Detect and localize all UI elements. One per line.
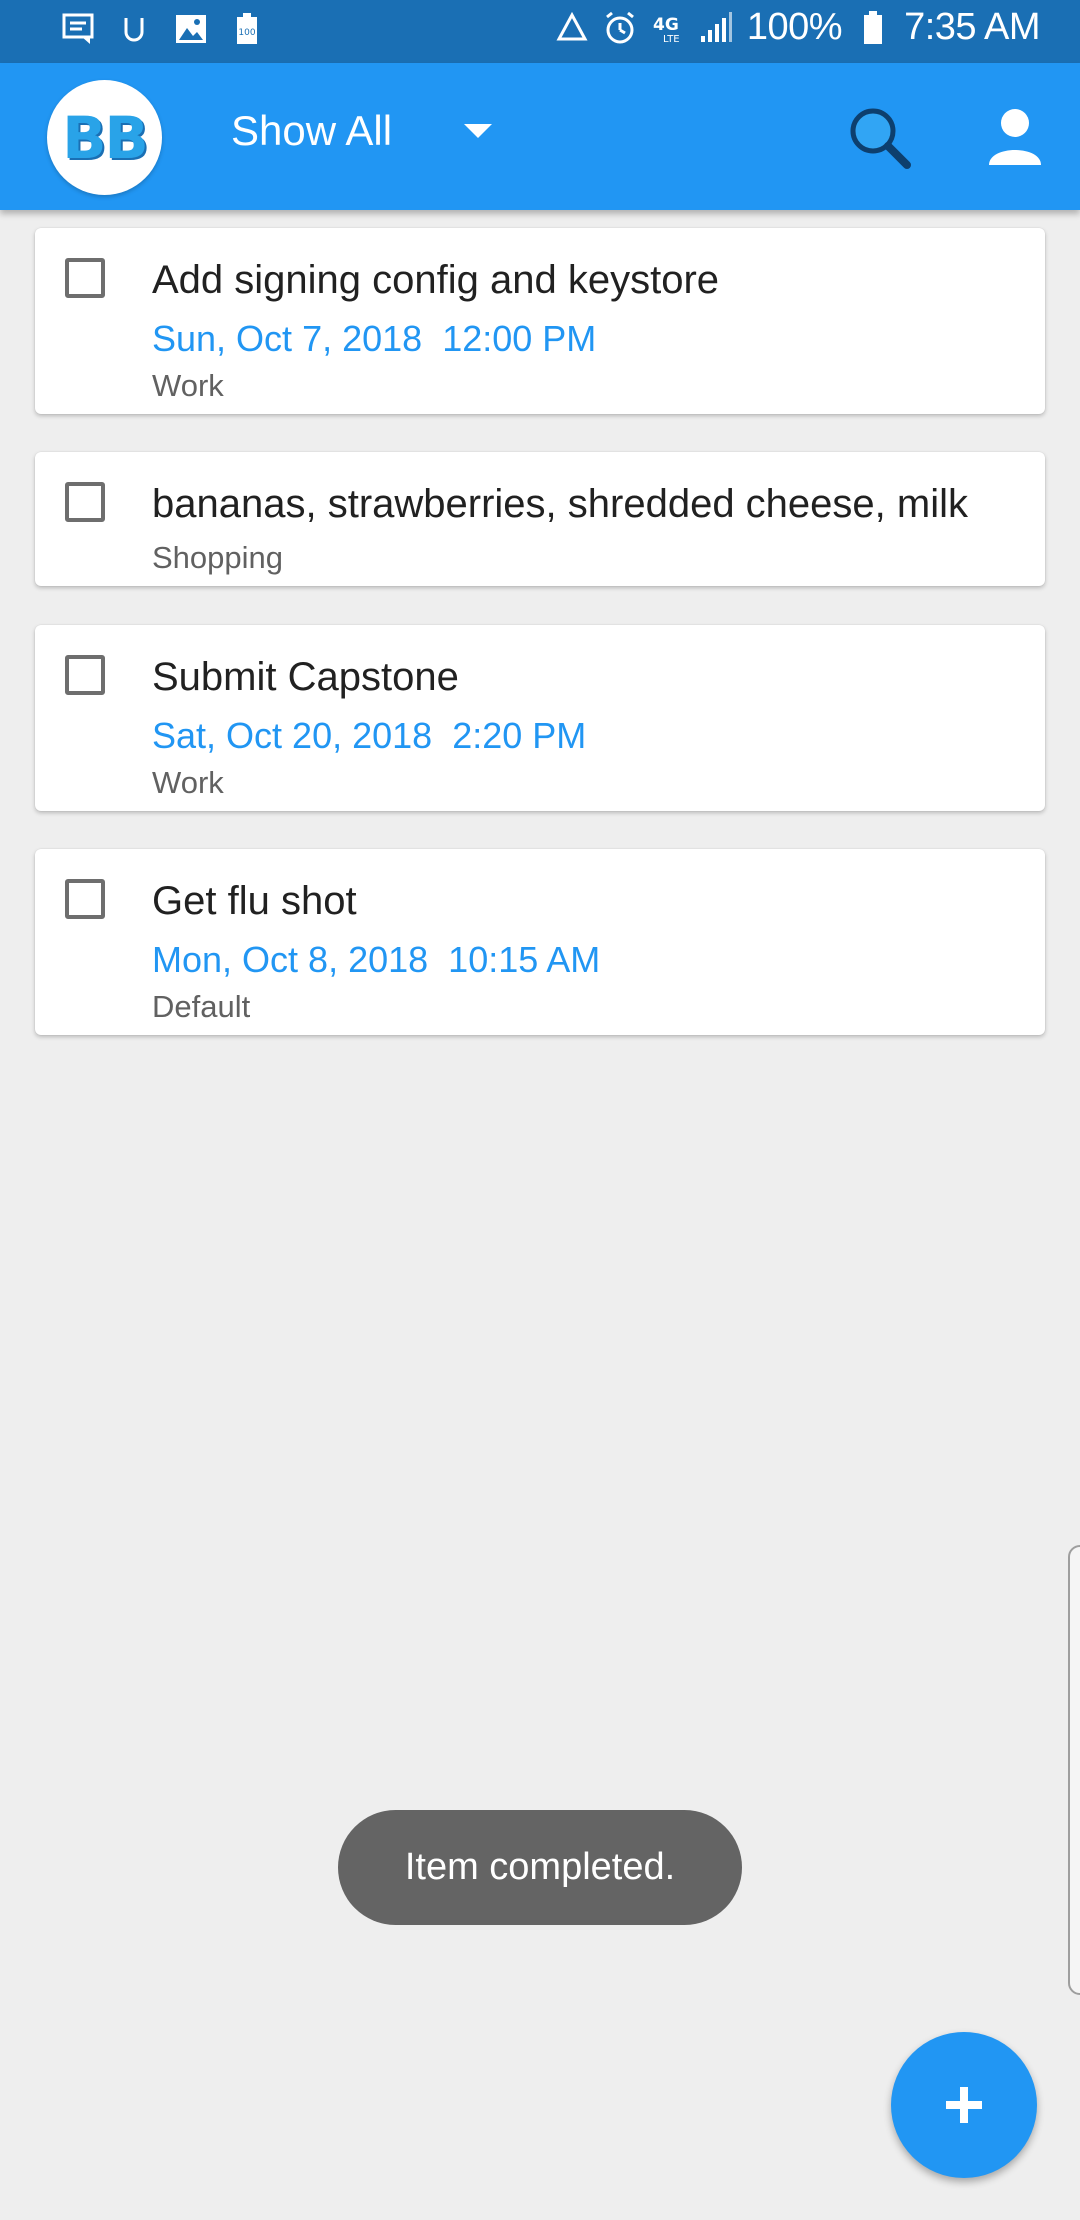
task-checkbox[interactable] [65, 655, 105, 695]
task-category: Work [152, 765, 224, 800]
task-title: Add signing config and keystore [152, 258, 720, 302]
task-category: Default [152, 989, 251, 1024]
task-checkbox[interactable] [65, 482, 105, 522]
clock: 7:35 AM [904, 6, 1040, 48]
battery-percent: 100% [746, 6, 843, 48]
task-due-time: 10:15 AM [448, 939, 601, 980]
svg-text:LTE: LTE [663, 34, 680, 44]
alarm-icon [603, 11, 637, 45]
task-category: Shopping [152, 540, 284, 575]
task-card[interactable]: Add signing config and keystore Sun, Oct… [35, 228, 1045, 414]
task-title: bananas, strawberries, shredded cheese, … [152, 482, 968, 526]
filter-dropdown-label: Show All [231, 107, 393, 154]
task-due-datetime: Mon, Oct 8, 2018 10:15 AM [152, 939, 600, 981]
gallery-icon [174, 12, 208, 46]
signal-icon [699, 11, 733, 45]
battery-saver-icon: 100 [230, 12, 264, 46]
status-bar-system-icons: 4G LTE 100% 7:35 AM [555, 6, 1040, 49]
recycle-icon [555, 11, 589, 45]
task-due-time: 2:20 PM [452, 715, 587, 756]
app-logo-text: BB [62, 103, 148, 172]
task-title: Get flu shot [152, 879, 357, 923]
toast-text: Item completed. [404, 1846, 676, 1888]
status-bar: 100 4G LTE 100% 7:35 AM [0, 0, 1080, 63]
task-due-time: 12:00 PM [442, 318, 597, 359]
task-card[interactable]: Get flu shot Mon, Oct 8, 2018 10:15 AM D… [35, 849, 1045, 1035]
task-title: Submit Capstone [152, 655, 459, 699]
dropdown-arrow-icon [464, 124, 493, 138]
search-button[interactable] [845, 103, 915, 173]
edge-panel-handle[interactable] [1068, 1545, 1080, 1995]
add-task-button[interactable] [891, 2032, 1037, 2178]
task-due-date: Sun, Oct 7, 2018 [152, 318, 423, 359]
search-icon [850, 108, 911, 169]
4g-lte-icon: 4G LTE [651, 11, 685, 45]
app-bar: BB Show All [0, 63, 1080, 210]
messages-icon [62, 12, 96, 46]
account-button[interactable] [985, 105, 1045, 171]
status-bar-notification-icons: 100 [62, 12, 264, 46]
account-icon [989, 109, 1041, 165]
task-checkbox[interactable] [65, 879, 105, 919]
app-logo[interactable]: BB [47, 80, 162, 195]
task-due-date: Sat, Oct 20, 2018 [152, 715, 433, 756]
svg-text:4G: 4G [653, 15, 679, 35]
task-due-date: Mon, Oct 8, 2018 [152, 939, 429, 980]
plus-icon [946, 2087, 982, 2123]
task-card[interactable]: bananas, strawberries, shredded cheese, … [35, 452, 1045, 586]
task-category: Work [152, 368, 224, 403]
task-due-datetime: Sun, Oct 7, 2018 12:00 PM [152, 318, 596, 360]
task-card[interactable]: Submit Capstone Sat, Oct 20, 2018 2:20 P… [35, 625, 1045, 811]
filter-dropdown[interactable]: Show All [231, 107, 493, 155]
battery-icon [856, 10, 890, 45]
toast-message: Item completed. [338, 1810, 742, 1925]
task-checkbox[interactable] [65, 258, 105, 298]
task-due-datetime: Sat, Oct 20, 2018 2:20 PM [152, 715, 586, 757]
svg-text:100: 100 [238, 28, 255, 38]
upwork-icon [118, 12, 152, 46]
